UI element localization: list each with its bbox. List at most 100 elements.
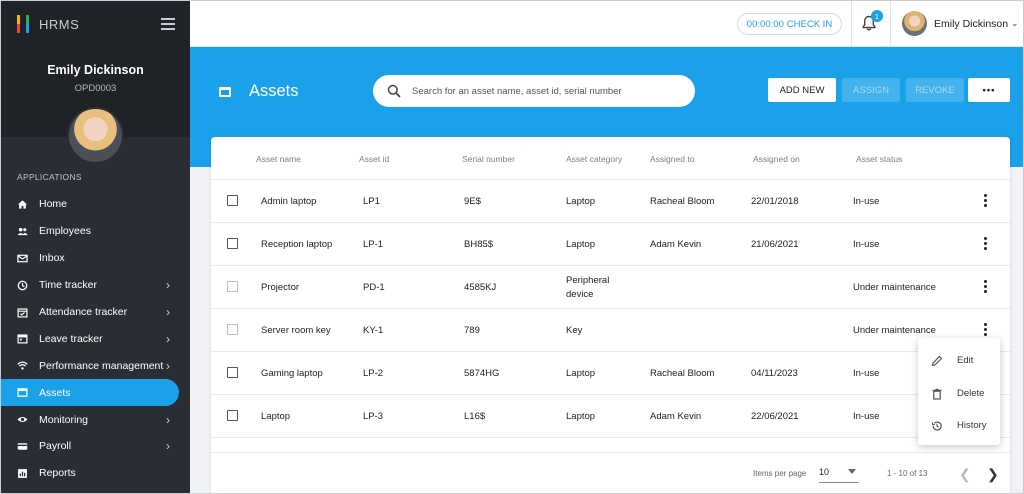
column-header[interactable]: Serial number: [462, 154, 515, 164]
table-row[interactable]: Server room key KY-1 789 Key Under maintenan…: [211, 309, 1010, 352]
menu-item-delete[interactable]: Delete: [918, 377, 1000, 409]
sidebar-item-inbox[interactable]: Inbox: [1, 245, 190, 272]
sidebar-item-time-tracker[interactable]: Time tracker ›: [1, 272, 190, 299]
sidebar-item-employees[interactable]: Employees: [1, 218, 190, 245]
assigned-on-cell: 21/06/2021: [751, 239, 799, 250]
next-page-button[interactable]: ❯: [987, 466, 999, 483]
assign-button[interactable]: ASSIGN: [842, 78, 900, 102]
table-row[interactable]: Reception laptop LP-1 BH85$ Laptop Adam Kevi…: [211, 223, 1010, 266]
row-more-icon[interactable]: [984, 194, 988, 208]
dropdown-caret-icon[interactable]: [848, 469, 856, 474]
row-actions-menu: Edit Delete History: [918, 338, 1000, 445]
wifi-icon: [17, 360, 28, 371]
search-input[interactable]: [412, 85, 682, 97]
assigned-on-cell: 22/01/2018: [751, 196, 799, 207]
asset-category-cell: Laptop: [566, 239, 596, 250]
brand-name: HRMS: [39, 16, 80, 32]
sidebar-item-reports[interactable]: Reports: [1, 460, 190, 487]
chevron-right-icon[interactable]: ›: [166, 359, 170, 373]
sidebar-item-label: Inbox: [39, 252, 65, 265]
search-bar[interactable]: [373, 75, 695, 107]
table-row[interactable]: Gaming laptop LP-2 5874HG Laptop Racheal Blo…: [211, 352, 1010, 395]
asset-name-cell: Server room key: [261, 325, 331, 336]
hamburger-menu-icon[interactable]: [161, 18, 175, 30]
previous-page-button[interactable]: ❮: [959, 466, 971, 483]
more-options-button[interactable]: •••: [968, 78, 1010, 102]
user-menu-name[interactable]: Emily Dickinson: [934, 18, 1008, 30]
asset-id-cell: LP-3: [363, 411, 384, 422]
column-header[interactable]: Assigned to: [650, 154, 694, 164]
revoke-button[interactable]: REVOKE: [906, 78, 964, 102]
brand[interactable]: HRMS: [17, 15, 79, 33]
row-checkbox[interactable]: [227, 195, 238, 206]
chevron-right-icon[interactable]: ›: [166, 332, 170, 346]
asset-status-cell: In-use: [853, 411, 880, 422]
menu-item-edit[interactable]: Edit: [918, 344, 1000, 376]
menu-item-label: Delete: [957, 387, 985, 399]
sidebar-nav: Home Employees Inbox Time tracker › Attendanc…: [1, 191, 190, 487]
calendar-icon: [17, 333, 28, 344]
menu-item-label: History: [957, 420, 987, 431]
avatar[interactable]: [67, 107, 124, 164]
sidebar-item-monitoring[interactable]: Monitoring ›: [1, 406, 190, 433]
row-checkbox[interactable]: [227, 238, 238, 249]
sidebar-item-label: Assets: [39, 386, 71, 399]
assigned-to-cell: Adam Kevin: [650, 411, 702, 422]
chevron-right-icon[interactable]: ›: [166, 413, 170, 427]
row-checkbox[interactable]: [227, 410, 238, 421]
check-in-timer: 00:00:00: [746, 18, 784, 30]
column-header[interactable]: Asset status: [856, 154, 902, 164]
assets-table: Asset name Asset id Serial number Asset cat…: [211, 137, 1010, 493]
row-more-icon[interactable]: [984, 280, 988, 294]
sidebar-item-home[interactable]: Home: [1, 191, 190, 218]
column-header[interactable]: Asset id: [359, 154, 389, 164]
assets-icon: [219, 87, 231, 97]
row-checkbox[interactable]: [227, 367, 238, 378]
row-checkbox[interactable]: [227, 324, 238, 335]
check-in-label: CHECK IN: [786, 18, 833, 30]
user-avatar[interactable]: [902, 11, 927, 36]
serial-number-cell: L16$: [464, 411, 486, 422]
items-per-page-label: Items per page: [753, 469, 807, 478]
sidebar-item-performance-management[interactable]: Performance management ›: [1, 352, 190, 379]
add-new-button[interactable]: ADD NEW: [768, 78, 836, 102]
column-header[interactable]: Asset name: [256, 154, 301, 164]
table-row[interactable]: Laptop LP-3 L16$ Laptop Adam Kevin 22/06/2021…: [211, 395, 1010, 438]
chevron-right-icon[interactable]: ›: [166, 439, 170, 453]
row-more-icon[interactable]: [984, 237, 988, 251]
sidebar-item-payroll[interactable]: Payroll ›: [1, 433, 190, 460]
asset-name-cell: Reception laptop: [261, 239, 333, 250]
asset-category-cell: Laptop: [566, 196, 596, 207]
asset-status-cell: In-use: [853, 368, 880, 379]
check-in-button[interactable]: 00:00:00 CHECK IN: [737, 13, 842, 35]
pagination-range: 1 - 10 of 13: [887, 469, 928, 478]
assigned-to-cell: Racheal Bloom: [650, 368, 715, 379]
page-title: Assets: [249, 82, 299, 100]
calendar-check-icon: [17, 307, 28, 318]
asset-id-cell: PD-1: [363, 282, 385, 293]
row-checkbox[interactable]: [227, 281, 238, 292]
sidebar-item-leave-tracker[interactable]: Leave tracker ›: [1, 325, 190, 352]
sidebar-item-assets[interactable]: Assets: [1, 379, 179, 407]
row-more-icon[interactable]: [984, 323, 988, 337]
chevron-right-icon[interactable]: ›: [166, 278, 170, 292]
asset-id-cell: LP-2: [363, 368, 384, 379]
table-row[interactable]: MousePD-2M1PeripheralRacheal Bloom04/11/…: [211, 438, 1010, 452]
sidebar-item-label: Attendance tracker: [39, 306, 128, 318]
chevron-down-icon[interactable]: ⌄: [1011, 18, 1019, 29]
table-row[interactable]: Projector PD-1 4585KJ Peripheral device Under…: [211, 266, 1010, 309]
sidebar-item-label: Employees: [39, 225, 91, 238]
eye-icon: [17, 414, 28, 425]
applications-section-label: APPLICATIONS: [17, 172, 82, 182]
sidebar-item-attendance-tracker[interactable]: Attendance tracker ›: [1, 299, 190, 326]
table-header: Asset name Asset id Serial number Asset cat…: [211, 137, 1010, 180]
column-header[interactable]: Asset category: [566, 154, 622, 164]
menu-item-history[interactable]: History: [918, 409, 1000, 441]
table-row[interactable]: Admin laptop LP1 9E$ Laptop Racheal Bloom 22/…: [211, 180, 1010, 223]
chevron-right-icon[interactable]: ›: [166, 305, 170, 319]
asset-id-cell: LP1: [363, 196, 380, 207]
sidebar-item-label: Payroll: [39, 440, 72, 453]
trash-icon: [931, 387, 943, 400]
history-icon: [931, 419, 943, 431]
column-header[interactable]: Assigned on: [753, 154, 800, 164]
